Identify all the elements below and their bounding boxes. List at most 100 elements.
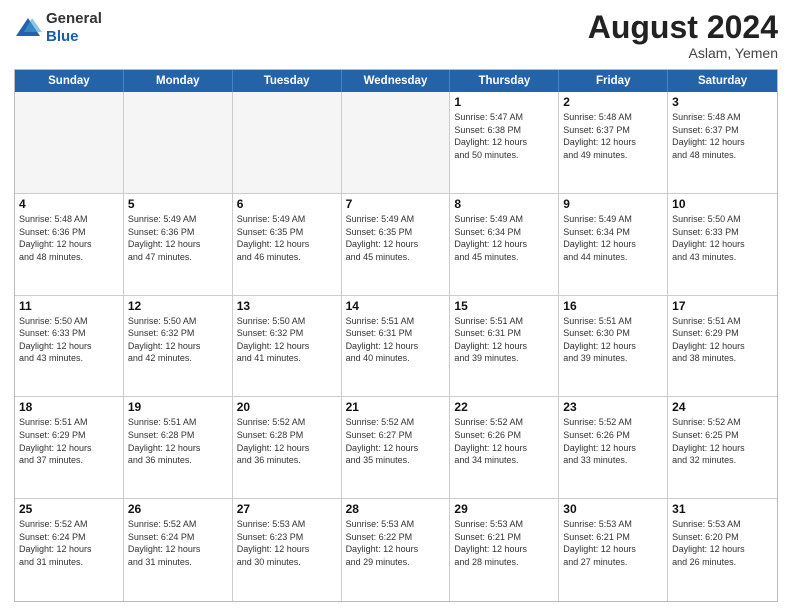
calendar-cell	[342, 92, 451, 193]
logo-blue: Blue	[46, 28, 79, 45]
day-detail: Sunrise: 5:53 AM Sunset: 6:22 PM Dayligh…	[346, 518, 446, 568]
day-detail: Sunrise: 5:48 AM Sunset: 6:37 PM Dayligh…	[672, 111, 773, 161]
weekday-header: Thursday	[450, 70, 559, 92]
calendar-cell: 30Sunrise: 5:53 AM Sunset: 6:21 PM Dayli…	[559, 499, 668, 601]
day-detail: Sunrise: 5:49 AM Sunset: 6:35 PM Dayligh…	[346, 213, 446, 263]
day-detail: Sunrise: 5:52 AM Sunset: 6:24 PM Dayligh…	[19, 518, 119, 568]
calendar-cell	[233, 92, 342, 193]
calendar-cell: 26Sunrise: 5:52 AM Sunset: 6:24 PM Dayli…	[124, 499, 233, 601]
calendar-cell: 24Sunrise: 5:52 AM Sunset: 6:25 PM Dayli…	[668, 397, 777, 498]
day-detail: Sunrise: 5:50 AM Sunset: 6:33 PM Dayligh…	[19, 315, 119, 365]
day-detail: Sunrise: 5:51 AM Sunset: 6:29 PM Dayligh…	[19, 416, 119, 466]
day-detail: Sunrise: 5:50 AM Sunset: 6:32 PM Dayligh…	[128, 315, 228, 365]
day-number: 13	[237, 299, 337, 313]
calendar-cell: 10 Sunrise: 5:50 AM Sunset: 6:33 PM Dayli…	[668, 194, 777, 295]
day-number: 1	[454, 95, 554, 109]
day-detail: Sunrise: 5:50 AM Sunset: 6:33 PM Dayligh…	[672, 213, 773, 263]
day-number: 18	[19, 400, 119, 414]
day-number: 23	[563, 400, 663, 414]
day-number: 27	[237, 502, 337, 516]
weekday-header: Saturday	[668, 70, 777, 92]
day-detail: Sunrise: 5:49 AM Sunset: 6:34 PM Dayligh…	[563, 213, 663, 263]
day-number: 5	[128, 197, 228, 211]
day-detail: Sunrise: 5:51 AM Sunset: 6:31 PM Dayligh…	[454, 315, 554, 365]
day-detail: Sunrise: 5:52 AM Sunset: 6:26 PM Dayligh…	[563, 416, 663, 466]
month-title: August 2024	[588, 10, 778, 45]
day-detail: Sunrise: 5:52 AM Sunset: 6:27 PM Dayligh…	[346, 416, 446, 466]
day-number: 15	[454, 299, 554, 313]
day-number: 30	[563, 502, 663, 516]
weekday-header: Friday	[559, 70, 668, 92]
calendar-body: 1 Sunrise: 5:47 AM Sunset: 6:38 PM Daylig…	[15, 92, 777, 601]
calendar-header: SundayMondayTuesdayWednesdayThursdayFrid…	[15, 70, 777, 92]
header: General Blue August 2024 Aslam, Yemen	[14, 10, 778, 61]
day-detail: Sunrise: 5:51 AM Sunset: 6:30 PM Dayligh…	[563, 315, 663, 365]
day-number: 6	[237, 197, 337, 211]
calendar: SundayMondayTuesdayWednesdayThursdayFrid…	[14, 69, 778, 602]
calendar-row: 11Sunrise: 5:50 AM Sunset: 6:33 PM Dayli…	[15, 296, 777, 398]
day-number: 8	[454, 197, 554, 211]
calendar-cell	[124, 92, 233, 193]
day-detail: Sunrise: 5:52 AM Sunset: 6:26 PM Dayligh…	[454, 416, 554, 466]
calendar-row: 25 Sunrise: 5:52 AM Sunset: 6:24 PM Dayli…	[15, 499, 777, 601]
day-number: 3	[672, 95, 773, 109]
day-number: 17	[672, 299, 773, 313]
calendar-cell: 8 Sunrise: 5:49 AM Sunset: 6:34 PM Daylig…	[450, 194, 559, 295]
day-detail: Sunrise: 5:53 AM Sunset: 6:20 PM Dayligh…	[672, 518, 773, 568]
calendar-cell: 3 Sunrise: 5:48 AM Sunset: 6:37 PM Daylig…	[668, 92, 777, 193]
calendar-cell: 22 Sunrise: 5:52 AM Sunset: 6:26 PM Dayli…	[450, 397, 559, 498]
location: Aslam, Yemen	[588, 45, 778, 61]
calendar-cell: 12 Sunrise: 5:50 AM Sunset: 6:32 PM Dayli…	[124, 296, 233, 397]
day-number: 16	[563, 299, 663, 313]
calendar-cell: 1 Sunrise: 5:47 AM Sunset: 6:38 PM Daylig…	[450, 92, 559, 193]
calendar-cell	[15, 92, 124, 193]
day-detail: Sunrise: 5:49 AM Sunset: 6:34 PM Dayligh…	[454, 213, 554, 263]
logo-general: General	[46, 10, 102, 27]
calendar-cell: 21Sunrise: 5:52 AM Sunset: 6:27 PM Dayli…	[342, 397, 451, 498]
calendar-cell: 25 Sunrise: 5:52 AM Sunset: 6:24 PM Dayli…	[15, 499, 124, 601]
calendar-row: 1 Sunrise: 5:47 AM Sunset: 6:38 PM Daylig…	[15, 92, 777, 194]
day-detail: Sunrise: 5:50 AM Sunset: 6:32 PM Dayligh…	[237, 315, 337, 365]
day-number: 10	[672, 197, 773, 211]
day-detail: Sunrise: 5:48 AM Sunset: 6:37 PM Dayligh…	[563, 111, 663, 161]
day-number: 7	[346, 197, 446, 211]
calendar-cell: 17 Sunrise: 5:51 AM Sunset: 6:29 PM Dayli…	[668, 296, 777, 397]
calendar-cell: 23 Sunrise: 5:52 AM Sunset: 6:26 PM Dayli…	[559, 397, 668, 498]
logo: General Blue	[14, 10, 102, 46]
calendar-cell: 13 Sunrise: 5:50 AM Sunset: 6:32 PM Dayli…	[233, 296, 342, 397]
calendar-cell: 15 Sunrise: 5:51 AM Sunset: 6:31 PM Dayli…	[450, 296, 559, 397]
weekday-header: Tuesday	[233, 70, 342, 92]
calendar-cell: 9 Sunrise: 5:49 AM Sunset: 6:34 PM Daylig…	[559, 194, 668, 295]
calendar-cell: 19Sunrise: 5:51 AM Sunset: 6:28 PM Dayli…	[124, 397, 233, 498]
day-number: 31	[672, 502, 773, 516]
day-number: 26	[128, 502, 228, 516]
day-number: 9	[563, 197, 663, 211]
day-number: 22	[454, 400, 554, 414]
calendar-cell: 31 Sunrise: 5:53 AM Sunset: 6:20 PM Dayli…	[668, 499, 777, 601]
day-number: 19	[128, 400, 228, 414]
day-detail: Sunrise: 5:51 AM Sunset: 6:29 PM Dayligh…	[672, 315, 773, 365]
day-number: 14	[346, 299, 446, 313]
day-number: 20	[237, 400, 337, 414]
day-detail: Sunrise: 5:47 AM Sunset: 6:38 PM Dayligh…	[454, 111, 554, 161]
calendar-row: 18 Sunrise: 5:51 AM Sunset: 6:29 PM Dayli…	[15, 397, 777, 499]
calendar-cell: 11Sunrise: 5:50 AM Sunset: 6:33 PM Dayli…	[15, 296, 124, 397]
day-number: 12	[128, 299, 228, 313]
weekday-header: Sunday	[15, 70, 124, 92]
weekday-header: Wednesday	[342, 70, 451, 92]
day-detail: Sunrise: 5:51 AM Sunset: 6:31 PM Dayligh…	[346, 315, 446, 365]
day-detail: Sunrise: 5:52 AM Sunset: 6:28 PM Dayligh…	[237, 416, 337, 466]
logo-text: General Blue	[46, 10, 102, 46]
calendar-cell: 18 Sunrise: 5:51 AM Sunset: 6:29 PM Dayli…	[15, 397, 124, 498]
calendar-cell: 4Sunrise: 5:48 AM Sunset: 6:36 PM Daylig…	[15, 194, 124, 295]
day-detail: Sunrise: 5:49 AM Sunset: 6:35 PM Dayligh…	[237, 213, 337, 263]
calendar-cell: 16 Sunrise: 5:51 AM Sunset: 6:30 PM Dayli…	[559, 296, 668, 397]
day-detail: Sunrise: 5:53 AM Sunset: 6:23 PM Dayligh…	[237, 518, 337, 568]
day-number: 28	[346, 502, 446, 516]
day-number: 24	[672, 400, 773, 414]
calendar-cell: 2Sunrise: 5:48 AM Sunset: 6:37 PM Daylig…	[559, 92, 668, 193]
day-detail: Sunrise: 5:53 AM Sunset: 6:21 PM Dayligh…	[454, 518, 554, 568]
day-number: 25	[19, 502, 119, 516]
calendar-cell: 29Sunrise: 5:53 AM Sunset: 6:21 PM Dayli…	[450, 499, 559, 601]
calendar-cell: 28 Sunrise: 5:53 AM Sunset: 6:22 PM Dayli…	[342, 499, 451, 601]
